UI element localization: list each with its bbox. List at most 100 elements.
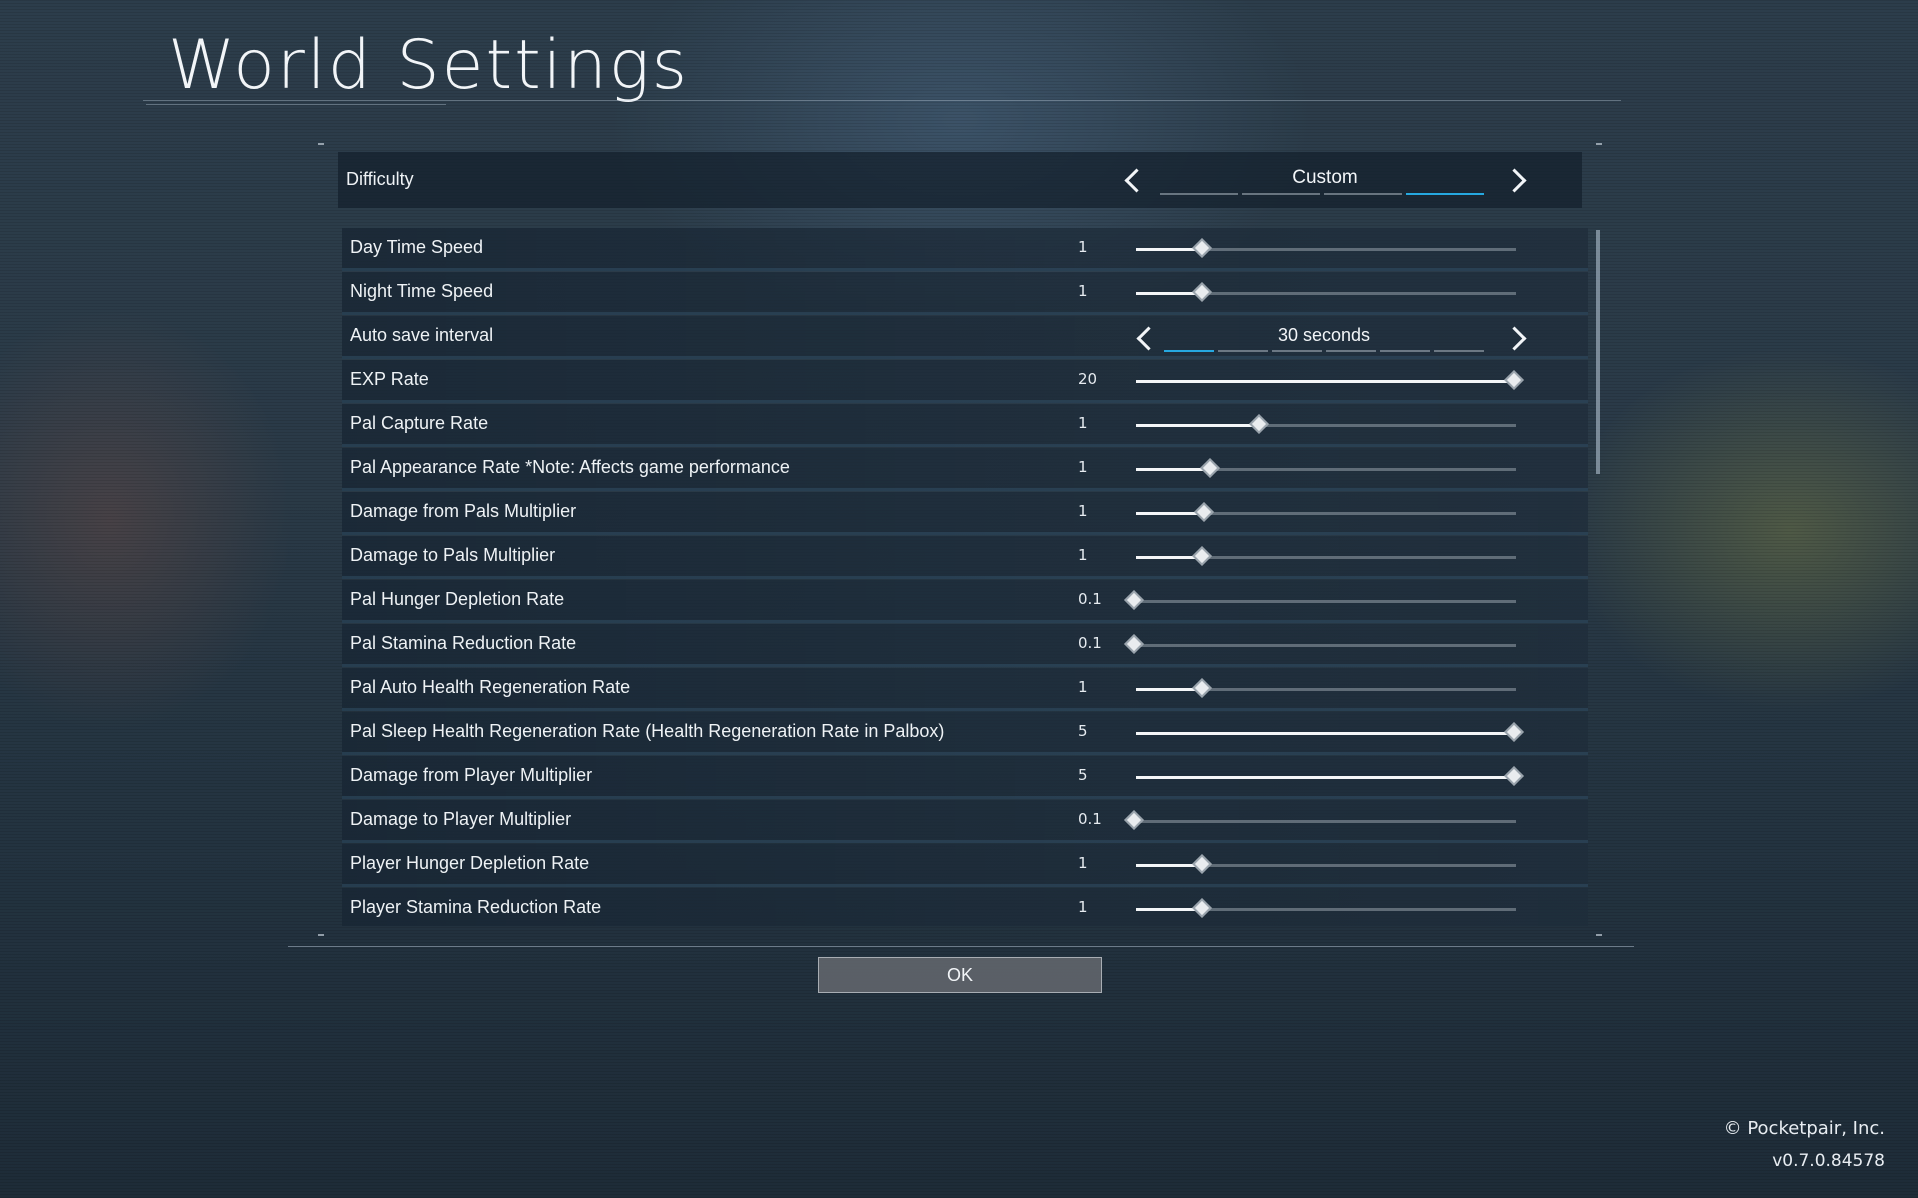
setting-label: Damage to Player Multiplier (350, 809, 572, 829)
setting-row[interactable]: Pal Hunger Depletion Rate 0.1 (342, 580, 1588, 623)
slider-track[interactable] (1136, 238, 1516, 258)
slider-track[interactable] (1136, 458, 1516, 478)
difficulty-segment (1160, 193, 1238, 195)
slider-track[interactable] (1136, 898, 1516, 918)
slider-track[interactable] (1136, 282, 1516, 302)
setting-row[interactable]: Player Hunger Depletion Rate 1 (342, 844, 1588, 887)
setting-value: 0.1 (1078, 590, 1102, 608)
slider-track[interactable] (1136, 678, 1516, 698)
slider-track[interactable] (1124, 810, 1516, 830)
setting-label: Player Stamina Reduction Rate (350, 897, 602, 917)
setting-row[interactable]: Damage from Player Multiplier 5 (342, 756, 1588, 799)
chevron-right-icon[interactable] (1502, 168, 1527, 193)
chevron-left-icon[interactable] (1124, 168, 1149, 193)
setting-row[interactable]: Pal Sleep Health Regeneration Rate (Heal… (342, 712, 1588, 755)
slider-track[interactable] (1136, 766, 1524, 786)
setting-value: 1 (1078, 546, 1088, 564)
slider-fill (1136, 424, 1261, 427)
setting-label: Day Time Speed (350, 237, 484, 257)
panel-corner-bottom-right (1596, 934, 1602, 936)
title-underline-accent (146, 104, 446, 105)
slider-handle[interactable] (1192, 854, 1212, 874)
slider-track[interactable] (1136, 414, 1516, 434)
setting-row[interactable]: EXP Rate 20 (342, 360, 1588, 403)
slider-handle[interactable] (1124, 634, 1144, 654)
slider-handle[interactable] (1192, 238, 1212, 258)
difficulty-selector[interactable]: Difficulty Custom (338, 152, 1582, 208)
setting-value: 1 (1078, 678, 1088, 696)
setting-label: Night Time Speed (350, 281, 494, 301)
setting-value: 1 (1078, 414, 1088, 432)
setting-label: Player Hunger Depletion Rate (350, 853, 590, 873)
slider-track[interactable] (1136, 722, 1524, 742)
setting-value: 1 (1078, 458, 1088, 476)
slider-handle[interactable] (1194, 502, 1214, 522)
interval-segment (1218, 350, 1268, 352)
slider-fill (1136, 380, 1516, 383)
setting-label: Damage from Pals Multiplier (350, 501, 577, 521)
difficulty-segment (1324, 193, 1402, 195)
setting-label: EXP Rate (350, 369, 429, 389)
setting-row[interactable]: Pal Capture Rate 1 (342, 404, 1588, 447)
slider-handle[interactable] (1192, 678, 1212, 698)
chevron-right-icon[interactable] (1502, 326, 1527, 351)
interval-segment (1164, 350, 1214, 352)
setting-value: 1 (1078, 854, 1088, 872)
setting-label: Pal Hunger Depletion Rate (350, 589, 565, 609)
settings-scrollbar[interactable] (1596, 230, 1600, 474)
interval-segment (1434, 350, 1484, 352)
setting-row[interactable]: Pal Auto Health Regeneration Rate 1 (342, 668, 1588, 711)
setting-label: Pal Appearance Rate *Note: Affects game … (350, 457, 790, 477)
setting-label: Pal Capture Rate (350, 413, 489, 433)
panel-bottom-divider (288, 946, 1634, 947)
slider-handle[interactable] (1124, 590, 1144, 610)
slider-handle[interactable] (1192, 898, 1212, 918)
slider-track[interactable] (1124, 590, 1516, 610)
setting-row[interactable]: Pal Stamina Reduction Rate 0.1 (342, 624, 1588, 667)
slider-fill (1136, 776, 1516, 779)
setting-label: Pal Sleep Health Regeneration Rate (Heal… (350, 721, 945, 741)
version-text: v0.7.0.84578 (1772, 1151, 1885, 1171)
setting-row[interactable]: Day Time Speed 1 (342, 228, 1588, 271)
setting-row[interactable]: Player Stamina Reduction Rate 1 (342, 888, 1588, 926)
slider-track[interactable] (1124, 634, 1516, 654)
slider-handle[interactable] (1504, 370, 1524, 390)
setting-row[interactable]: Damage to Player Multiplier 0.1 (342, 800, 1588, 843)
setting-label: Pal Auto Health Regeneration Rate (350, 677, 631, 697)
ok-button[interactable]: OK (818, 957, 1102, 993)
setting-row[interactable]: Auto save interval 30 seconds (342, 316, 1588, 359)
setting-row[interactable]: Pal Appearance Rate *Note: Affects game … (342, 448, 1588, 491)
difficulty-value: Custom (1292, 167, 1358, 188)
slider-handle[interactable] (1192, 546, 1212, 566)
setting-row[interactable]: Damage to Pals Multiplier 1 (342, 536, 1588, 579)
panel-corner-bottom-left (318, 934, 324, 936)
setting-value: 0.1 (1078, 634, 1102, 652)
interval-segment (1326, 350, 1376, 352)
setting-value: 1 (1078, 898, 1088, 916)
slider-track[interactable] (1136, 854, 1516, 874)
panel-corner-top-left (318, 143, 324, 145)
slider-handle[interactable] (1124, 810, 1144, 830)
setting-row[interactable]: Damage from Pals Multiplier 1 (342, 492, 1588, 535)
slider-handle[interactable] (1504, 722, 1524, 742)
settings-list[interactable]: Day Time Speed 1 Night Time Speed 1 Auto sav… (342, 228, 1588, 926)
copyright-text: © Pocketpair, Inc. (1723, 1118, 1885, 1139)
interval-segment (1380, 350, 1430, 352)
setting-value: 1 (1078, 282, 1088, 300)
chevron-left-icon[interactable] (1136, 326, 1161, 351)
slider-track[interactable] (1136, 502, 1516, 522)
autosave-interval-value: 30 seconds (1277, 325, 1371, 345)
slider-track[interactable] (1136, 546, 1516, 566)
setting-row[interactable]: Night Time Speed 1 (342, 272, 1588, 315)
slider-handle[interactable] (1504, 766, 1524, 786)
slider-fill (1136, 732, 1516, 735)
slider-track[interactable] (1136, 370, 1524, 390)
slider-handle[interactable] (1249, 414, 1269, 434)
setting-value: 1 (1078, 502, 1088, 520)
title-divider (143, 100, 1621, 101)
slider-handle[interactable] (1200, 458, 1220, 478)
setting-value: 1 (1078, 238, 1088, 256)
setting-label: Pal Stamina Reduction Rate (350, 633, 577, 653)
interval-segment (1272, 350, 1322, 352)
slider-handle[interactable] (1192, 282, 1212, 302)
